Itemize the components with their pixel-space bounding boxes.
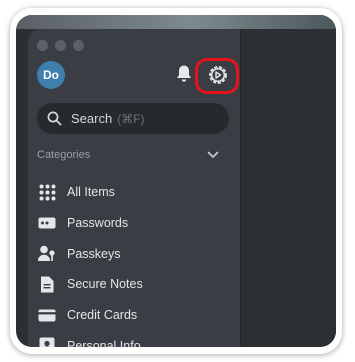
close-window-button[interactable] — [37, 40, 48, 51]
category-label: All Items — [67, 185, 115, 200]
category-item-all-items[interactable]: All Items — [37, 177, 227, 208]
category-item-personal-info[interactable]: Personal Info — [37, 330, 227, 347]
category-list: All Items Passwords Passkeys Secure Note… — [37, 177, 227, 347]
search-field[interactable]: Search (⌘F) — [37, 103, 229, 134]
desktop-backdrop — [16, 15, 336, 29]
credit-card-icon — [37, 306, 57, 324]
category-label: Passwords — [67, 216, 129, 231]
settings-highlight-ring — [195, 58, 239, 94]
categories-label: Categories — [37, 149, 91, 161]
window-controls — [37, 40, 84, 51]
passkey-icon — [37, 245, 57, 263]
category-label: Credit Cards — [67, 308, 138, 323]
password-icon — [37, 214, 57, 232]
avatar-initials: Do — [43, 68, 59, 82]
minimize-window-button[interactable] — [55, 40, 66, 51]
note-icon — [37, 275, 57, 293]
categories-header[interactable]: Categories — [37, 147, 219, 163]
category-item-secure-notes[interactable]: Secure Notes — [37, 269, 227, 300]
category-item-credit-cards[interactable]: Credit Cards — [37, 300, 227, 331]
category-item-passkeys[interactable]: Passkeys — [37, 238, 227, 269]
category-label: Passkeys — [67, 246, 121, 261]
zoom-window-button[interactable] — [73, 40, 84, 51]
grid-icon — [37, 183, 57, 201]
sidebar: Do Search (⌘F) Categories All Items Pass… — [28, 29, 240, 347]
chevron-down-icon[interactable] — [207, 151, 219, 159]
app-window: Do Search (⌘F) Categories All Items Pass… — [16, 15, 336, 347]
content-pane — [240, 29, 336, 347]
category-label: Secure Notes — [67, 277, 143, 292]
account-avatar[interactable]: Do — [37, 61, 65, 89]
screenshot-frame: Do Search (⌘F) Categories All Items Pass… — [10, 8, 342, 354]
search-shortcut-hint: (⌘F) — [117, 111, 145, 126]
bell-icon[interactable] — [175, 64, 193, 84]
search-icon — [47, 111, 62, 126]
category-item-passwords[interactable]: Passwords — [37, 208, 227, 239]
category-label: Personal Info — [67, 338, 141, 347]
search-label: Search — [71, 111, 113, 126]
personal-info-icon — [37, 337, 57, 347]
